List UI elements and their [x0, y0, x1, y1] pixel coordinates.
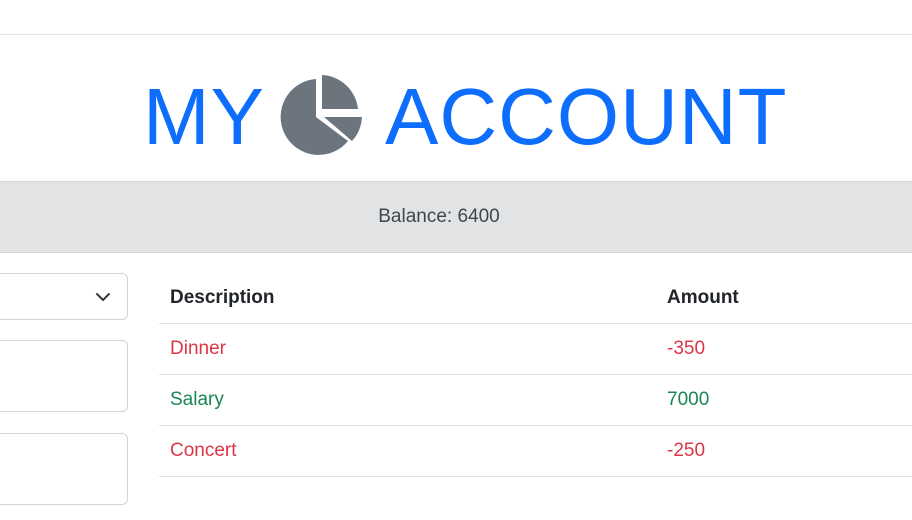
row-description: Salary [159, 374, 656, 426]
table-header-row: Description Amount [159, 273, 912, 324]
header-amount: Amount [656, 273, 912, 324]
top-navbar [0, 0, 912, 35]
row-description: Concert [159, 425, 656, 477]
chevron-down-icon [95, 289, 111, 305]
balance-text: Balance: 6400 [378, 206, 500, 227]
description-input[interactable] [0, 340, 128, 412]
type-select[interactable] [0, 273, 128, 320]
title-account: ACCOUNT [385, 72, 788, 161]
row-amount: -250 [656, 425, 912, 477]
table-row: Concert -250 [159, 425, 912, 477]
balance-bar: Balance: 6400 [0, 181, 912, 253]
row-description: Dinner [159, 323, 656, 375]
table-row: Dinner -350 [159, 323, 912, 375]
page-header: MY ACCOUNT [0, 35, 912, 181]
header-description: Description [159, 273, 656, 324]
transactions-table: Description Amount Dinner -350 Salary 70… [159, 273, 912, 477]
table-row: Salary 7000 [159, 374, 912, 426]
title-my: MY [143, 72, 265, 161]
pie-chart-icon [276, 75, 364, 157]
row-amount: -350 [656, 323, 912, 375]
amount-input[interactable] [0, 433, 128, 505]
row-amount: 7000 [656, 374, 912, 426]
